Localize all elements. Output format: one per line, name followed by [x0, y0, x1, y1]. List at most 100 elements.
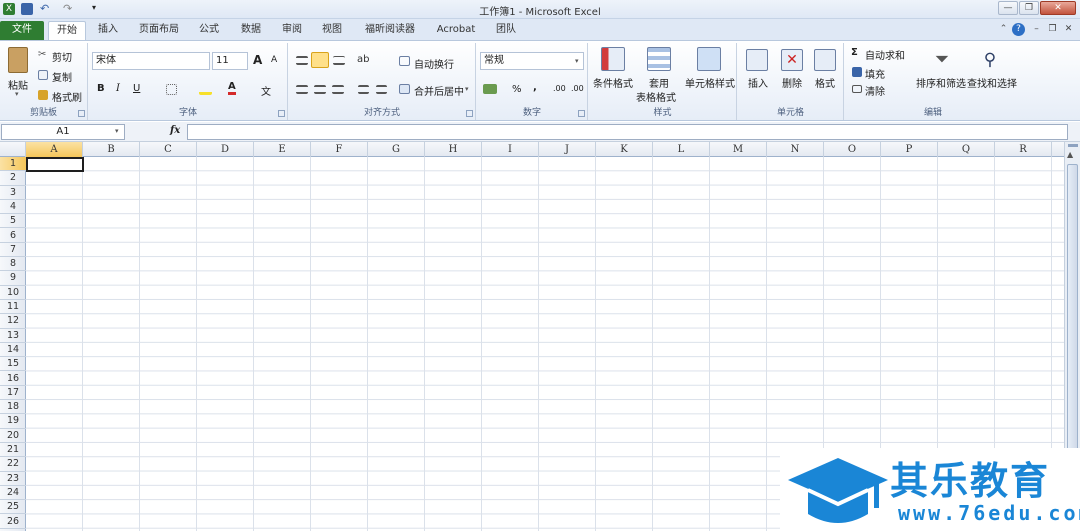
- tab-view[interactable]: 视图: [316, 21, 348, 40]
- row-header[interactable]: 22: [0, 457, 26, 472]
- number-launcher-icon[interactable]: [578, 110, 585, 117]
- row-header[interactable]: 6: [0, 229, 26, 243]
- cell-styles-button[interactable]: 单元格样式: [685, 75, 735, 90]
- column-header[interactable]: J: [539, 142, 596, 157]
- insert-cells-button[interactable]: 插入: [748, 75, 768, 90]
- clear-button[interactable]: 清除: [865, 83, 885, 98]
- row-header[interactable]: 17: [0, 386, 26, 401]
- column-header[interactable]: L: [653, 142, 710, 157]
- tab-home[interactable]: 开始: [48, 21, 86, 40]
- workbook-restore-icon[interactable]: ❐: [1046, 23, 1059, 36]
- grow-font-button[interactable]: A: [253, 53, 262, 67]
- fx-icon[interactable]: fx: [170, 125, 180, 136]
- font-color-button[interactable]: A: [228, 81, 236, 95]
- format-cells-button[interactable]: 格式: [815, 75, 835, 90]
- autosum-button[interactable]: 自动求和: [865, 47, 905, 62]
- row-header[interactable]: 26: [0, 515, 26, 529]
- row-header[interactable]: 16: [0, 372, 26, 386]
- row-header[interactable]: 23: [0, 472, 26, 486]
- shrink-font-button[interactable]: A: [271, 55, 277, 65]
- cut-button[interactable]: 剪切: [52, 49, 72, 64]
- tab-insert[interactable]: 插入: [92, 21, 124, 40]
- row-header[interactable]: 3: [0, 186, 26, 200]
- restore-button[interactable]: ❐: [1019, 1, 1039, 15]
- column-header[interactable]: E: [254, 142, 311, 157]
- align-left-icon[interactable]: [296, 85, 308, 94]
- sort-filter-button[interactable]: 排序和筛选: [916, 75, 966, 90]
- comma-button[interactable]: ,: [533, 82, 537, 93]
- split-box-icon[interactable]: [1068, 144, 1078, 147]
- merge-dropdown-icon[interactable]: ▾: [465, 85, 469, 93]
- clipboard-launcher-icon[interactable]: [78, 110, 85, 117]
- align-bottom-icon[interactable]: [333, 56, 345, 65]
- bold-button[interactable]: B: [97, 83, 105, 94]
- row-header[interactable]: 18: [0, 400, 26, 415]
- row-header[interactable]: 24: [0, 486, 26, 501]
- increase-indent-icon[interactable]: [376, 85, 387, 94]
- wrap-text-button[interactable]: 自动换行: [414, 56, 454, 71]
- underline-button[interactable]: U: [133, 83, 140, 94]
- decrease-indent-icon[interactable]: [358, 85, 369, 94]
- format-table-line2[interactable]: 表格格式: [636, 89, 676, 104]
- workbook-minimize-icon[interactable]: –: [1030, 23, 1043, 36]
- alignment-launcher-icon[interactable]: [466, 110, 473, 117]
- column-header[interactable]: K: [596, 142, 653, 157]
- row-header[interactable]: 4: [0, 200, 26, 215]
- column-header[interactable]: B: [83, 142, 140, 157]
- format-painter-button[interactable]: 格式刷: [52, 89, 82, 104]
- paste-dropdown-icon[interactable]: ▾: [15, 90, 19, 98]
- column-header[interactable]: I: [482, 142, 539, 157]
- name-box-dropdown-icon[interactable]: ▾: [115, 127, 119, 135]
- tab-page-layout[interactable]: 页面布局: [134, 21, 184, 40]
- row-header[interactable]: 2: [0, 171, 26, 186]
- row-header[interactable]: 19: [0, 414, 26, 429]
- column-header[interactable]: H: [425, 142, 482, 157]
- column-header[interactable]: D: [197, 142, 254, 157]
- row-header[interactable]: 9: [0, 271, 26, 286]
- percent-button[interactable]: %: [512, 84, 522, 95]
- font-size-select[interactable]: 11: [212, 52, 248, 70]
- formula-input[interactable]: [187, 124, 1068, 140]
- row-header[interactable]: 7: [0, 243, 26, 258]
- tab-team[interactable]: 团队: [490, 21, 522, 40]
- increase-decimal-button[interactable]: .00: [553, 84, 566, 93]
- row-header[interactable]: 15: [0, 357, 26, 372]
- delete-cells-button[interactable]: 删除: [782, 75, 802, 90]
- column-header[interactable]: C: [140, 142, 197, 157]
- column-header[interactable]: O: [824, 142, 881, 157]
- row-header[interactable]: 5: [0, 214, 26, 229]
- align-top-icon[interactable]: [296, 56, 308, 65]
- align-middle-icon[interactable]: [311, 52, 329, 68]
- name-box[interactable]: A1: [1, 124, 125, 140]
- close-button[interactable]: ✕: [1040, 1, 1076, 15]
- select-all-corner[interactable]: [0, 142, 26, 157]
- orientation-icon[interactable]: ab: [357, 54, 375, 66]
- row-header[interactable]: 20: [0, 429, 26, 443]
- column-header[interactable]: G: [368, 142, 425, 157]
- workbook-close-icon[interactable]: ✕: [1062, 23, 1075, 36]
- copy-button[interactable]: 复制: [52, 69, 72, 84]
- row-header[interactable]: 1: [0, 157, 26, 172]
- format-table-line1[interactable]: 套用: [649, 75, 669, 90]
- help-icon[interactable]: ?: [1012, 23, 1025, 36]
- fill-button[interactable]: 填充: [865, 66, 885, 81]
- column-header[interactable]: M: [710, 142, 767, 157]
- decrease-decimal-button[interactable]: .00: [571, 84, 584, 93]
- column-header[interactable]: A: [26, 142, 83, 157]
- fill-color-icon[interactable]: [199, 84, 212, 95]
- tab-acrobat[interactable]: Acrobat: [432, 21, 480, 40]
- align-center-icon[interactable]: [314, 85, 326, 94]
- phonetic-button[interactable]: 文: [261, 83, 271, 98]
- tab-data[interactable]: 数据: [235, 21, 267, 40]
- border-icon[interactable]: [166, 84, 177, 95]
- find-select-button[interactable]: 查找和选择: [967, 75, 1017, 90]
- column-header[interactable]: P: [881, 142, 938, 157]
- row-header[interactable]: 25: [0, 500, 26, 515]
- number-format-dropdown-icon[interactable]: ▾: [575, 57, 579, 65]
- tab-file[interactable]: 文件: [0, 21, 44, 40]
- tab-review[interactable]: 审阅: [276, 21, 308, 40]
- active-cell-a1[interactable]: [26, 157, 84, 172]
- row-header[interactable]: 10: [0, 286, 26, 300]
- row-header[interactable]: 21: [0, 443, 26, 458]
- scroll-up-icon[interactable]: ▲: [1067, 150, 1073, 159]
